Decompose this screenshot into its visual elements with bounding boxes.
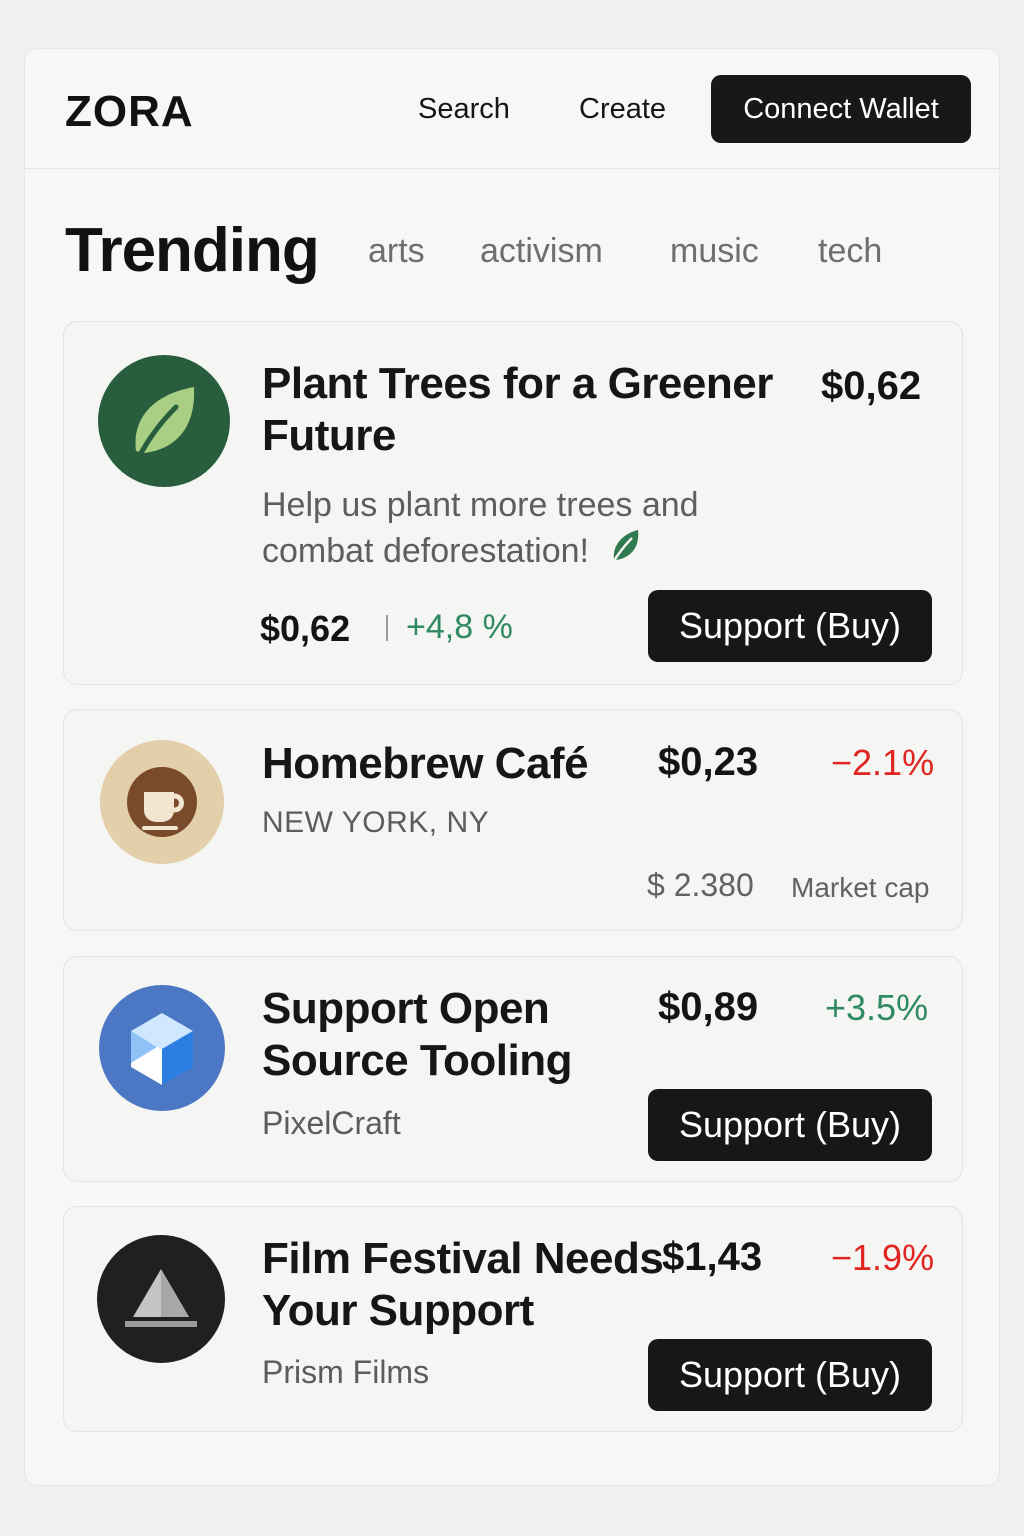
- cube-icon: [131, 1013, 193, 1085]
- coin-card[interactable]: Homebrew Café $0,23 −2.1% NEW YORK, NY $…: [63, 709, 963, 931]
- category-tab-activism[interactable]: activism: [480, 232, 603, 271]
- price-change: −2.1%: [831, 742, 935, 783]
- location-label: NEW YORK, NY: [262, 806, 490, 839]
- header: ZORA Search Create Connect Wallet: [25, 49, 999, 169]
- nav-search-link[interactable]: Search: [418, 93, 510, 126]
- coffee-cup-icon: [127, 767, 197, 837]
- coin-card[interactable]: Film Festival Needs Your Support $1,43 −…: [63, 1206, 963, 1432]
- support-buy-button[interactable]: Support (Buy): [648, 1089, 932, 1161]
- zora-logo[interactable]: ZORA: [65, 87, 194, 137]
- price-change: +4,8 %: [406, 608, 513, 646]
- card-title: Plant Trees for a Greener Future: [262, 359, 773, 460]
- price-change: −1.9%: [831, 1237, 935, 1278]
- nav-create-link[interactable]: Create: [579, 93, 666, 126]
- creator-name: Prism Films: [262, 1354, 430, 1390]
- triangle-icon: [125, 1269, 197, 1327]
- leaf-emoji-icon: [608, 528, 642, 578]
- card-price: $1,43: [662, 1235, 763, 1279]
- card-price: $0,62: [821, 364, 922, 408]
- category-tab-music[interactable]: music: [670, 232, 759, 271]
- card-title: Support Open Source Tooling: [262, 984, 572, 1085]
- divider: [386, 615, 388, 641]
- price-change: +3.5%: [825, 987, 929, 1028]
- coin-card[interactable]: Support Open Source Tooling $0,89 +3.5% …: [63, 956, 963, 1182]
- category-tab-tech[interactable]: tech: [818, 232, 882, 271]
- leaf-avatar: [98, 355, 230, 487]
- market-cap-label: Market cap: [791, 872, 930, 903]
- category-tab-arts[interactable]: arts: [368, 232, 425, 271]
- market-cap-value: $ 2.380: [647, 867, 754, 903]
- card-title: Homebrew Café: [262, 739, 589, 788]
- footer-price: $0,62: [260, 608, 351, 649]
- connect-wallet-button[interactable]: Connect Wallet: [711, 75, 971, 143]
- card-description: Help us plant more trees and combat defo…: [262, 482, 699, 578]
- card-price: $0,23: [658, 740, 759, 784]
- creator-name: PixelCraft: [262, 1105, 401, 1141]
- cube-avatar: [99, 985, 225, 1111]
- coin-card[interactable]: Plant Trees for a Greener Future $0,62 H…: [63, 321, 963, 685]
- card-price: $0,89: [658, 985, 759, 1029]
- leaf-icon: [135, 387, 195, 462]
- triangle-avatar: [97, 1235, 225, 1363]
- support-buy-button[interactable]: Support (Buy): [648, 1339, 932, 1411]
- app-window: ZORA Search Create Connect Wallet Trendi…: [24, 48, 1000, 1486]
- support-buy-button[interactable]: Support (Buy): [648, 590, 932, 662]
- trending-title: Trending: [65, 216, 320, 285]
- coffee-avatar: [100, 740, 224, 864]
- card-title: Film Festival Needs Your Support: [262, 1234, 664, 1335]
